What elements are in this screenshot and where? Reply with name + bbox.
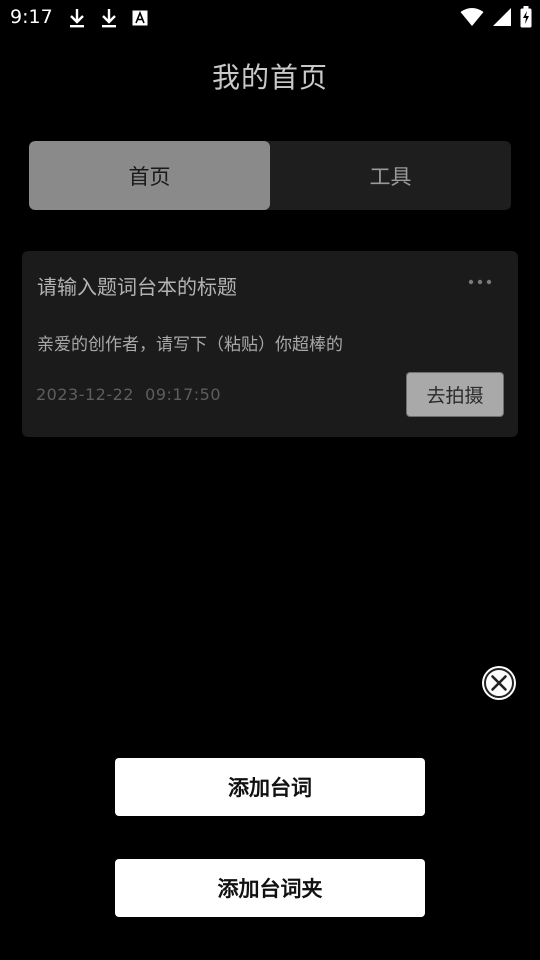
- battery-charging-icon: [520, 6, 532, 28]
- close-fab[interactable]: [481, 665, 517, 701]
- script-card[interactable]: 请输入题词台本的标题 亲爱的创作者，请写下（粘贴）你超棒的 2023-12-22…: [22, 251, 518, 437]
- notification-icons: [68, 7, 148, 29]
- tab-tools[interactable]: 工具: [270, 141, 511, 210]
- add-line-button[interactable]: 添加台词: [115, 758, 425, 816]
- download-icon: [68, 7, 86, 29]
- more-horizontal-icon[interactable]: [468, 279, 492, 285]
- card-date: 2023-12-22 09:17:50: [36, 385, 222, 404]
- status-time: 9:17: [10, 6, 53, 28]
- wifi-icon: [460, 7, 484, 27]
- signal-icon: [492, 7, 512, 27]
- tab-bar: 首页 工具: [29, 141, 511, 210]
- add-folder-button[interactable]: 添加台词夹: [115, 859, 425, 917]
- system-icons: [460, 6, 532, 28]
- status-bar: 9:17: [0, 0, 540, 36]
- card-body: 亲爱的创作者，请写下（粘贴）你超棒的: [37, 335, 343, 355]
- shoot-button[interactable]: 去拍摄: [406, 372, 504, 417]
- card-title: 请输入题词台本的标题: [37, 275, 237, 299]
- font-icon: [132, 10, 148, 26]
- close-circle-icon: [481, 665, 517, 701]
- page-title: 我的首页: [211, 61, 328, 94]
- download-icon: [100, 7, 118, 29]
- tab-home[interactable]: 首页: [29, 141, 270, 210]
